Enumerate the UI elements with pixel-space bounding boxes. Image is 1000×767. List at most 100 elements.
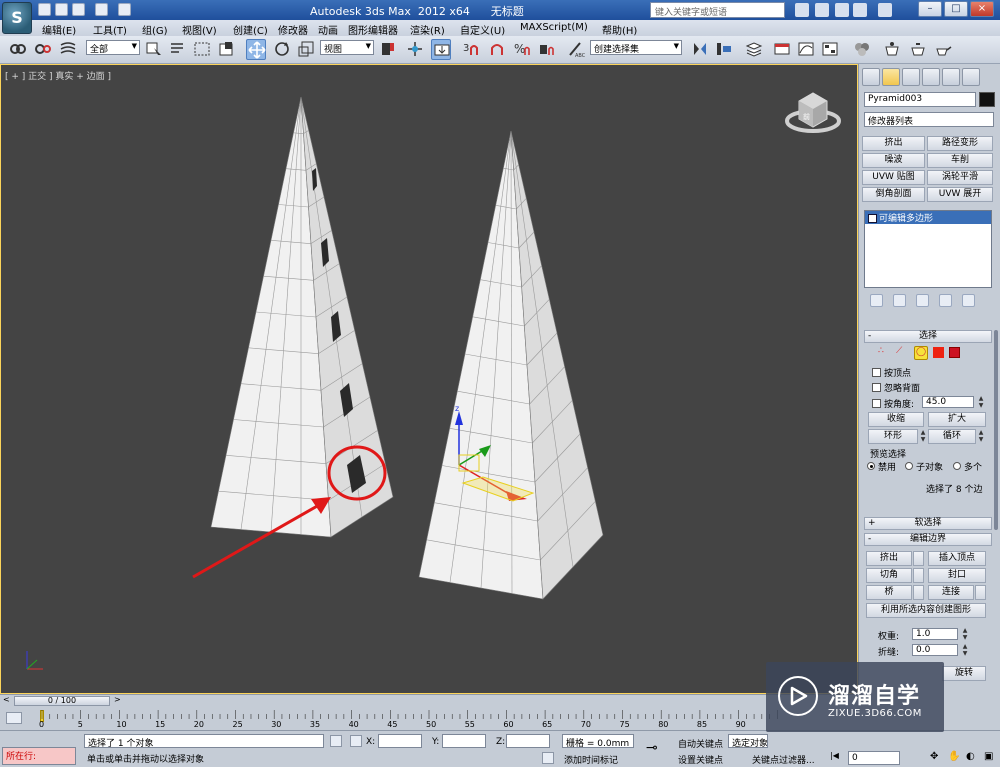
connect-button[interactable]: 连接 — [928, 585, 974, 600]
edit-borders-rollout-header[interactable]: - 编辑边界 — [864, 533, 992, 546]
selection-filter-dropdown[interactable]: 全部 — [86, 40, 140, 55]
orbit-icon[interactable]: ◐ — [966, 751, 978, 763]
angle-value-field[interactable]: 45.0 — [922, 396, 974, 408]
spinner-snap-icon[interactable] — [536, 39, 556, 60]
set-key-button[interactable]: 设置关键点 — [678, 753, 723, 766]
redo-icon[interactable] — [118, 3, 131, 16]
undo-icon[interactable] — [95, 3, 108, 16]
by-vertex-checkbox[interactable] — [872, 368, 881, 377]
auto-key-button[interactable]: 自动关键点 — [678, 737, 723, 750]
key-selection-dropdown[interactable]: 选定对象 — [728, 734, 768, 748]
render-production-icon[interactable] — [934, 39, 954, 60]
app-menu-logo[interactable]: S — [2, 2, 32, 34]
menu-modifiers[interactable]: 修改器 — [278, 22, 308, 37]
menu-customize[interactable]: 自定义(U) — [460, 22, 505, 37]
ring-spinner[interactable]: ▲ ▼ — [918, 429, 928, 444]
key-filters-button[interactable]: 关键点过滤器... — [752, 753, 815, 766]
loop-spinner[interactable]: ▲ ▼ — [976, 429, 986, 444]
modifier-bevel-profile-button[interactable]: 倒角剖面 — [862, 187, 925, 202]
turn-button[interactable]: 旋转 — [942, 666, 986, 681]
weight-field[interactable]: 1.0 — [912, 628, 958, 640]
chamfer-button[interactable]: 切角 — [866, 568, 912, 583]
motion-tab-icon[interactable] — [922, 68, 940, 86]
maximize-button[interactable]: □ — [944, 1, 968, 17]
preview-multi-radio[interactable] — [953, 462, 961, 470]
create-tab-icon[interactable] — [862, 68, 880, 86]
time-slider-thumb[interactable]: 0 / 100 — [14, 696, 110, 706]
vertex-level-icon[interactable]: ∴ — [878, 346, 891, 359]
align-icon[interactable] — [714, 39, 734, 60]
go-to-start-icon[interactable]: |◀ — [830, 751, 842, 763]
track-bar[interactable]: 0 5 10 15 20 25 30 35 40 45 50 55 60 65 70 75 80 85 90 — [0, 706, 858, 730]
layer-manager-icon[interactable] — [744, 39, 764, 60]
modifier-path-deform-button[interactable]: 路径变形 — [927, 136, 993, 151]
polygon-level-icon[interactable] — [933, 347, 944, 358]
bridge-button[interactable]: 桥 — [866, 585, 912, 600]
link-icon[interactable] — [8, 39, 28, 60]
loop-button[interactable]: 循环 — [928, 429, 976, 444]
star-icon[interactable] — [853, 3, 867, 17]
create-shape-button[interactable]: 利用所选内容创建图形 — [866, 603, 986, 618]
zoom-icon[interactable]: ✥ — [930, 751, 942, 763]
preview-off-radio[interactable] — [867, 462, 875, 470]
make-unique-icon[interactable] — [916, 294, 929, 307]
menu-views[interactable]: 视图(V) — [182, 22, 217, 37]
pin-stack-icon[interactable] — [870, 294, 883, 307]
named-selection-sets-dropdown[interactable]: 创建选择集 — [590, 40, 682, 55]
rotate-icon[interactable] — [272, 39, 292, 60]
modifier-list-dropdown[interactable]: 修改器列表 — [864, 112, 994, 127]
time-tag-icon[interactable] — [542, 752, 554, 764]
new-file-icon[interactable] — [38, 3, 51, 16]
time-prev-arrow[interactable]: < — [3, 695, 10, 704]
modifier-extrude-button[interactable]: 挤出 — [862, 136, 925, 151]
show-end-result-icon[interactable] — [893, 294, 906, 307]
edge-level-icon[interactable]: ⟋ — [896, 346, 909, 359]
percent-snap-icon[interactable]: % — [512, 39, 532, 60]
connect-settings-button[interactable] — [975, 585, 986, 600]
x-coordinate-field[interactable] — [378, 734, 422, 748]
menu-maxscript[interactable]: MAXScript(M) — [520, 22, 588, 33]
reference-coordinate-dropdown[interactable]: 视图 — [320, 40, 374, 55]
perspective-viewport[interactable]: [ + ] 正交 ] 真实 + 边面 ] z 前 — [0, 64, 858, 694]
weight-spinner[interactable]: ▲ ▼ — [960, 627, 970, 642]
minimize-button[interactable]: – — [918, 1, 942, 17]
modifier-unwrap-uvw-button[interactable]: UVW 展开 — [927, 187, 993, 202]
snaps-toggle-icon[interactable]: 3 — [462, 39, 482, 60]
object-color-swatch[interactable] — [979, 92, 995, 107]
menu-group[interactable]: 组(G) — [142, 22, 168, 37]
pan-icon[interactable]: ✋ — [948, 751, 960, 763]
menu-help[interactable]: 帮助(H) — [602, 22, 637, 37]
select-manipulate-icon[interactable] — [405, 39, 425, 60]
menu-edit[interactable]: 编辑(E) — [42, 22, 76, 37]
help-search-input[interactable]: 键入关键字或短语 — [650, 2, 785, 18]
time-next-arrow[interactable]: > — [114, 695, 121, 704]
lock-selection-icon[interactable] — [330, 735, 342, 747]
hierarchy-tab-icon[interactable] — [902, 68, 920, 86]
menu-animation[interactable]: 动画 — [318, 22, 338, 37]
menu-rendering[interactable]: 渲染(R) — [410, 22, 445, 37]
rectangular-selection-icon[interactable] — [192, 39, 212, 60]
element-level-icon[interactable] — [949, 347, 960, 358]
z-coordinate-field[interactable] — [506, 734, 550, 748]
border-level-icon[interactable]: ◯ — [914, 346, 928, 360]
pyramid-left[interactable] — [210, 96, 394, 538]
modifier-turbosmooth-button[interactable]: 涡轮平滑 — [927, 170, 993, 185]
ring-button[interactable]: 环形 — [868, 429, 918, 444]
favorites-icon[interactable] — [835, 3, 849, 17]
close-button[interactable]: × — [970, 1, 994, 17]
save-file-icon[interactable] — [72, 3, 85, 16]
unlink-icon[interactable] — [33, 39, 53, 60]
display-tab-icon[interactable] — [942, 68, 960, 86]
edit-named-selections-icon[interactable]: ABC — [566, 39, 586, 60]
y-coordinate-field[interactable] — [442, 734, 486, 748]
crease-field[interactable]: 0.0 — [912, 644, 958, 656]
modifier-lathe-button[interactable]: 车削 — [927, 153, 993, 168]
remove-modifier-icon[interactable] — [939, 294, 952, 307]
ignore-backfacing-checkbox[interactable] — [872, 383, 881, 392]
pyramid-right[interactable] — [418, 130, 604, 600]
viewcube[interactable]: 前 — [785, 92, 841, 133]
insert-vertex-button[interactable]: 插入顶点 — [928, 551, 986, 566]
time-slider[interactable]: < 0 / 100 > — [0, 694, 858, 706]
cap-button[interactable]: 封口 — [928, 568, 986, 583]
add-time-tag-button[interactable]: 添加时间标记 — [564, 753, 618, 766]
